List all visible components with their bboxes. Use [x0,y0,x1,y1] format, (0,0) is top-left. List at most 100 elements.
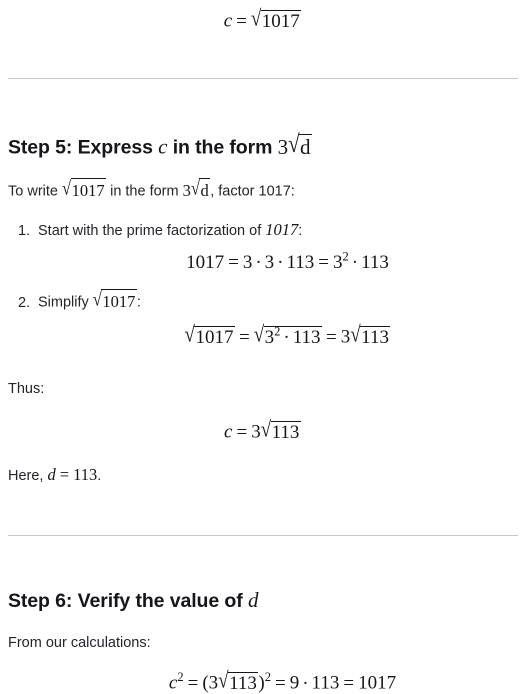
math-equals-sign: = [236,421,248,443]
math-dot-operator: · [277,252,284,273]
radicand-value: 113 [270,421,301,443]
conclusion-prefix: Here, [8,468,48,484]
heading-step-5: Step 5: Express c in the form 3√d [8,130,312,159]
heading-step-5-prefix: Step 5: Express [8,136,159,159]
equation-c-equals-sqrt-1017: c = √1017 [0,7,525,32]
intro-prefix: To write [8,183,62,200]
math-dot-operator: · [283,326,290,348]
radicand-term: 113 [292,326,321,348]
radical-sign-icon: √ [260,417,272,442]
display-math-verify: c2 = (3√113)2 = 9 · 113 = 1017 [40,668,525,694]
heading-math-3-sqrt-d: 3√d [277,130,312,159]
inline-math-3-sqrt-d: 3√d [182,176,211,201]
inline-math-d-equals-113: d = 113 [48,465,98,484]
heading-coefficient: 3 [277,134,289,159]
radical-sign-icon: √ [190,176,200,199]
display-math-top: c = √1017 [0,7,525,32]
radical-sign-icon: √ [184,322,195,347]
radicand-value: 1017 [194,326,235,348]
equation-prime-factorization: 1017 = 3 · 3 · 113 = 32 · 113 [0,249,525,273]
heading-math-variable-d: d [247,588,259,612]
radicand-value: 1017 [70,178,107,201]
math-solution-page: c = √1017 Step 5: Express c in the form 3√… [0,0,525,694]
radical-expression: √1017 [92,287,137,312]
display-math-factorization: 1017 = 3 · 3 · 113 = 32 · 113 [50,249,525,273]
heading-step-5-middle: in the form [167,136,278,159]
math-variable-d: d [47,465,56,484]
radical-sign-icon: √ [350,322,361,347]
list-item-1-suffix: : [298,223,303,239]
conclusion-value: 113 [73,465,98,484]
list-item-1-prefix: Start with the prime factorization of [38,223,266,239]
math-dot-operator: · [351,252,359,273]
radicand-value: 113 [228,672,259,694]
factorization-term-2: 3 [264,252,275,273]
math-equals-sign: = [275,672,286,694]
verify-lhs-exponent: 2 [177,670,184,685]
equation-verify-c-squared: c2 = (3√113)2 = 9 · 113 = 1017 [0,668,525,694]
verify-term-2: 113 [311,672,340,694]
display-math-result: c = 3√113 [0,417,525,443]
equation-simplify-radical: √1017 = √32 · 113 = 3√113 [0,322,525,348]
inline-math-sqrt-1017: √1017 [62,176,107,201]
list-item: 1. Start with the prime factorization of … [18,219,302,241]
display-math-simplify: √1017 = √32 · 113 = 3√113 [50,322,525,348]
radical-sign-icon: √ [288,129,300,158]
radical-sign-icon: √ [92,287,102,310]
radicand-d: d [199,178,211,201]
radical-expression: √1017 [184,322,235,348]
radical-expression: √32 · 113 [253,322,323,348]
section-divider-bottom [8,535,518,536]
math-equals-sign: = [228,252,239,273]
factorization-base: 3 [333,252,343,273]
radicand-expression: 32 · 113 [263,325,323,348]
radical-sign-icon: √ [253,322,265,347]
intro-suffix: , factor 1017: [210,183,295,200]
math-equals-sign: = [326,326,337,348]
section-divider-top [8,78,518,79]
math-equals-sign: = [236,10,247,32]
list-marker-1: 1. [18,223,31,239]
heading-step-6: Step 6: Verify the value of d [8,588,259,612]
math-equals-sign: = [187,672,199,694]
verify-term-1: 9 [289,672,300,694]
math-variable-c: c [223,10,233,32]
radical-expression: √113 [350,322,391,348]
math-equals-sign: = [59,465,70,484]
radicand-value: 1017 [101,289,137,312]
radical-sign-icon: √ [218,668,229,693]
heading-math-variable-c: c [158,134,168,159]
list-item-2-suffix: : [136,294,141,311]
heading-radicand-d: d [299,134,312,159]
math-equals-sign: = [318,252,329,273]
radical-expression: √113 [218,668,259,694]
radicand-value: 1017 [260,10,302,32]
factorization-exponent: 2 [342,249,349,264]
list-item-1-number: 1017 [265,220,299,239]
list-item-2-prefix: Simplify [38,294,93,311]
simplify-coefficient: 3 [340,326,351,348]
factorization-final-term: 113 [361,252,389,273]
radical-sign-icon: √ [62,176,72,199]
inline-math-sqrt-1017: √1017 [92,287,137,312]
verify-result: 1017 [358,672,397,694]
math-dot-operator: · [255,252,262,273]
intro-middle: in the form [106,183,183,200]
paragraph-conclusion-d-value: Here, d = 113. [8,464,101,486]
radical-expression: √d [190,176,211,201]
radicand-value: 113 [360,326,391,348]
math-equals-sign: = [238,326,250,348]
radical-expression: √113 [260,417,301,443]
factorization-lhs: 1017 [186,252,225,273]
intro-coefficient: 3 [182,180,191,200]
list-marker-2: 2. [18,294,31,311]
radical-expression: √1017 [62,176,107,201]
math-equals-sign: = [343,672,355,694]
paragraph-step-5-intro: To write √1017 in the form 3√d, factor 1… [8,176,295,201]
paragraph-thus-label: Thus: [8,381,45,397]
conclusion-suffix: . [97,468,102,484]
factorization-term-1: 3 [242,252,253,273]
list-item: 2. Simplify √1017: [18,287,141,312]
radical-expression: √1017 [251,7,302,32]
heading-radical: √d [288,130,312,159]
